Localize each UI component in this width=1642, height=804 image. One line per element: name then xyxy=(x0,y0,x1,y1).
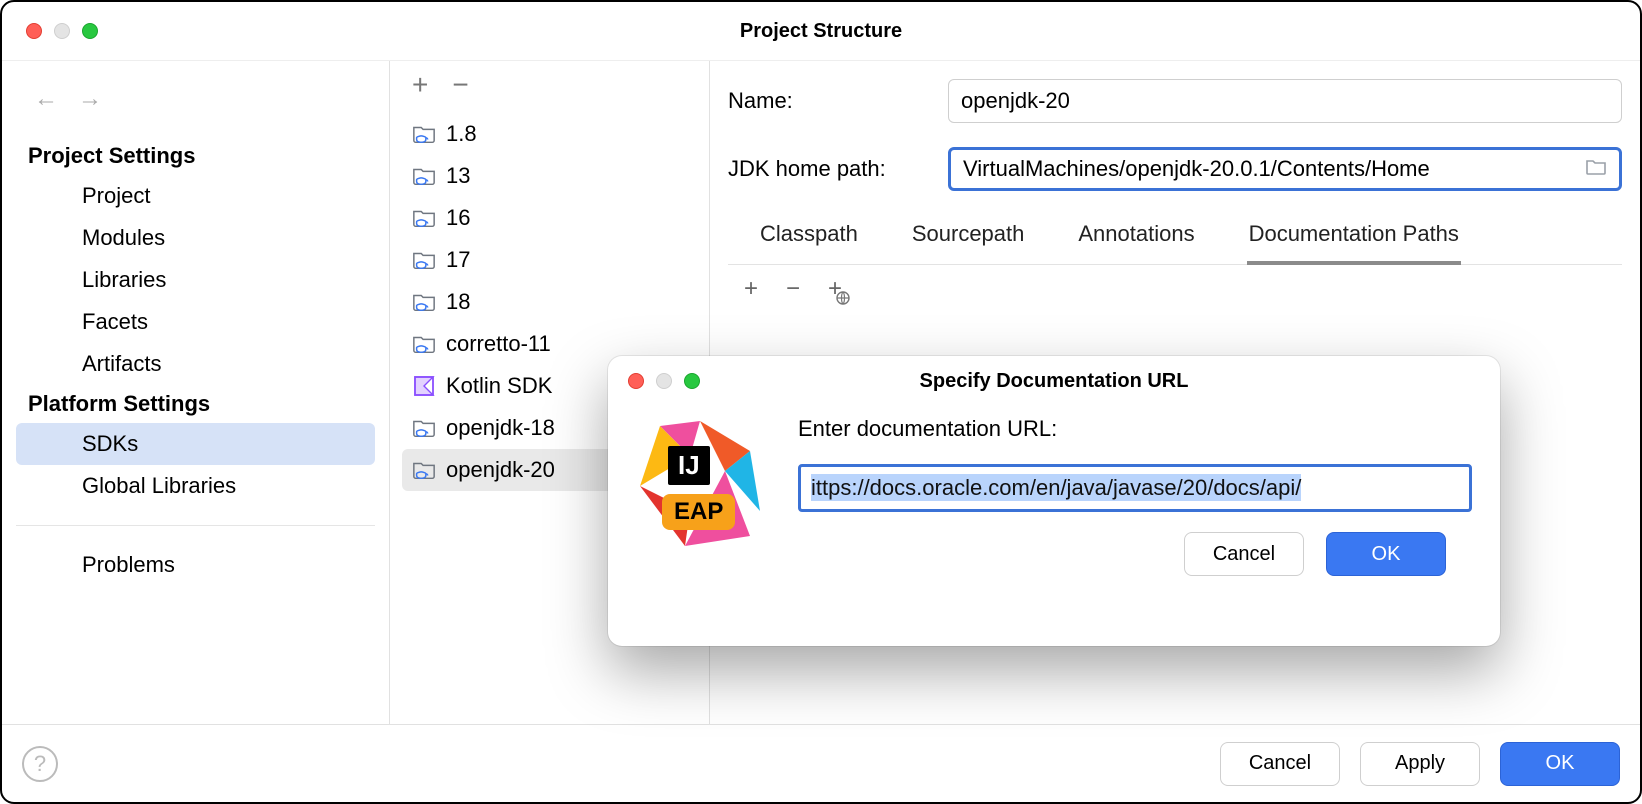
documentation-paths-toolbar: + − + xyxy=(728,265,1622,313)
dialog-url-label: Enter documentation URL: xyxy=(798,416,1472,442)
remove-sdk-icon[interactable]: − xyxy=(452,71,468,99)
sdk-item-label: openjdk-20 xyxy=(446,457,555,483)
nav-arrows: ← → xyxy=(2,75,389,137)
tab-documentation-paths[interactable]: Documentation Paths xyxy=(1247,215,1461,265)
window-titlebar: Project Structure xyxy=(2,2,1640,60)
add-sdk-icon[interactable]: + xyxy=(412,71,428,99)
add-path-icon[interactable]: + xyxy=(744,275,758,303)
window-footer: ? Cancel Apply OK xyxy=(2,724,1640,802)
jdk-folder-icon xyxy=(412,166,436,186)
sdk-item-17[interactable]: 17 xyxy=(390,239,709,281)
jdk-folder-icon xyxy=(412,460,436,480)
folder-icon[interactable] xyxy=(1585,156,1607,182)
minimize-window-icon[interactable] xyxy=(54,23,70,39)
project-structure-window: Project Structure ← → Project Settings P… xyxy=(0,0,1642,804)
sdk-item-13[interactable]: 13 xyxy=(390,155,709,197)
tab-annotations[interactable]: Annotations xyxy=(1076,215,1196,264)
sdk-item-1-8[interactable]: 1.8 xyxy=(390,113,709,155)
jdk-folder-icon xyxy=(412,124,436,144)
sidebar-item-sdks[interactable]: SDKs xyxy=(16,423,375,465)
section-project-settings: Project Settings xyxy=(2,137,389,175)
ok-button[interactable]: OK xyxy=(1500,742,1620,786)
close-window-icon[interactable] xyxy=(26,23,42,39)
sdk-item-18[interactable]: 18 xyxy=(390,281,709,323)
zoom-window-icon[interactable] xyxy=(82,23,98,39)
sidebar-divider xyxy=(16,525,375,526)
sdk-item-label: 17 xyxy=(446,247,470,273)
window-title: Project Structure xyxy=(2,20,1640,43)
kotlin-sdk-icon xyxy=(412,376,436,396)
sdk-item-label: 16 xyxy=(446,205,470,231)
cancel-button[interactable]: Cancel xyxy=(1220,742,1340,786)
jdk-folder-icon xyxy=(412,418,436,438)
sidebar-item-problems[interactable]: Problems xyxy=(2,544,389,586)
dialog-close-icon[interactable] xyxy=(628,373,644,389)
ij-label: IJ xyxy=(668,446,710,485)
sidebar-item-global-libraries[interactable]: Global Libraries xyxy=(2,465,389,507)
dialog-title: Specify Documentation URL xyxy=(608,370,1500,393)
jdk-home-path-label: JDK home path: xyxy=(728,156,928,182)
sdk-name-input[interactable] xyxy=(948,79,1622,123)
add-url-icon[interactable]: + xyxy=(828,275,842,303)
sdk-item-label: corretto-11 xyxy=(446,331,551,357)
tab-classpath[interactable]: Classpath xyxy=(758,215,860,264)
jdk-home-path-input[interactable]: VirtualMachines/openjdk-20.0.1/Contents/… xyxy=(948,147,1622,191)
dialog-cancel-button[interactable]: Cancel xyxy=(1184,532,1304,576)
jdk-home-path-value: VirtualMachines/openjdk-20.0.1/Contents/… xyxy=(963,156,1430,182)
apply-button[interactable]: Apply xyxy=(1360,742,1480,786)
traffic-lights xyxy=(2,23,98,39)
sdk-item-label: Kotlin SDK xyxy=(446,373,552,399)
intellij-eap-logo: IJ EAP xyxy=(630,416,770,556)
back-icon[interactable]: ← xyxy=(34,85,58,113)
jdk-folder-icon xyxy=(412,250,436,270)
sidebar-item-project[interactable]: Project xyxy=(2,175,389,217)
sdk-tabs: Classpath Sourcepath Annotations Documen… xyxy=(728,215,1622,265)
sdk-item-label: 13 xyxy=(446,163,470,189)
name-label: Name: xyxy=(728,88,928,114)
remove-path-icon[interactable]: − xyxy=(786,275,800,303)
eap-label: EAP xyxy=(662,494,735,530)
jdk-folder-icon xyxy=(412,208,436,228)
dialog-zoom-icon[interactable] xyxy=(684,373,700,389)
help-icon[interactable]: ? xyxy=(22,746,58,782)
sdk-list-toolbar: + − xyxy=(390,67,709,113)
documentation-url-input[interactable]: ittps://docs.oracle.com/en/java/javase/2… xyxy=(798,464,1472,512)
sidebar-item-artifacts[interactable]: Artifacts xyxy=(2,343,389,385)
dialog-ok-button[interactable]: OK xyxy=(1326,532,1446,576)
sdk-item-16[interactable]: 16 xyxy=(390,197,709,239)
sdk-item-label: 1.8 xyxy=(446,121,477,147)
section-platform-settings: Platform Settings xyxy=(2,385,389,423)
sidebar-left: ← → Project Settings Project Modules Lib… xyxy=(2,61,390,724)
sidebar-item-modules[interactable]: Modules xyxy=(2,217,389,259)
specify-documentation-url-dialog: Specify Documentation URL IJ EAP Enter d… xyxy=(608,356,1500,646)
forward-icon[interactable]: → xyxy=(78,85,102,113)
jdk-folder-icon xyxy=(412,292,436,312)
tab-sourcepath[interactable]: Sourcepath xyxy=(910,215,1027,264)
dialog-minimize-icon[interactable] xyxy=(656,373,672,389)
sdk-item-label: openjdk-18 xyxy=(446,415,555,441)
jdk-folder-icon xyxy=(412,334,436,354)
sidebar-item-facets[interactable]: Facets xyxy=(2,301,389,343)
sdk-item-label: 18 xyxy=(446,289,470,315)
sidebar-item-libraries[interactable]: Libraries xyxy=(2,259,389,301)
